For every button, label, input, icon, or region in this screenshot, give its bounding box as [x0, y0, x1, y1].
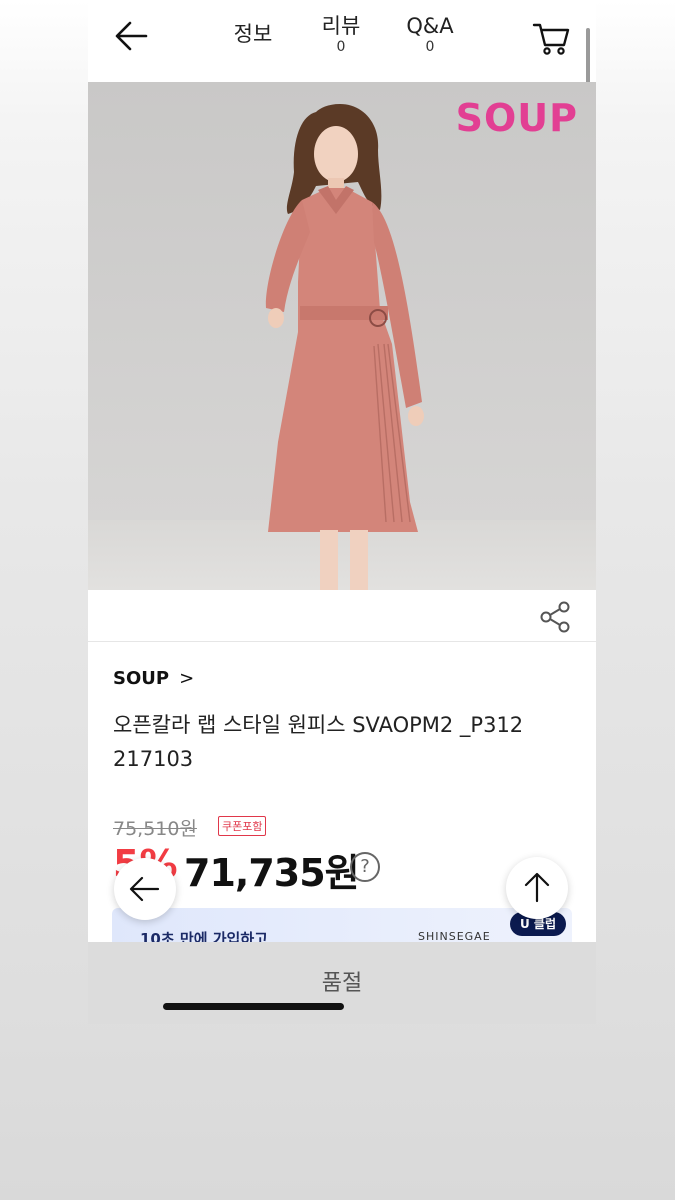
original-price: 75,510원 — [113, 818, 197, 840]
tab-info-label: 정보 — [233, 22, 273, 46]
scroll-top-button[interactable] — [506, 857, 568, 919]
product-page: 정보 리뷰 0 Q&A 0 SOUP SOUP > 오픈칼라 랩 스타일 원피스… — [88, 0, 596, 1024]
soldout-label: 품절 — [321, 971, 363, 996]
tab-review-count: 0 — [336, 39, 346, 55]
share-icon — [540, 601, 570, 633]
tab-review-label: 리뷰 — [321, 14, 361, 38]
arrow-left-icon — [129, 876, 160, 902]
chevron-right-icon: > — [179, 668, 195, 689]
product-title: 오픈칼라 랩 스타일 원피스 SVAOPM2 _P312 217103 — [113, 713, 524, 771]
arrow-up-icon — [524, 872, 550, 903]
arrow-left-icon — [115, 21, 148, 51]
tab-qna-label: Q&A — [406, 14, 454, 38]
sale-price: 71,735원 — [184, 851, 360, 895]
soldout-bar: 품절 — [88, 942, 596, 1024]
brand-logo: SOUP — [455, 96, 578, 140]
brand-name: SOUP — [113, 668, 170, 689]
product-image[interactable]: SOUP — [88, 82, 596, 590]
coupon-badge: 쿠폰포함 — [218, 816, 267, 836]
home-indicator[interactable] — [163, 1003, 344, 1010]
tab-qna[interactable]: Q&A 0 — [398, 14, 462, 56]
share-button[interactable] — [538, 600, 572, 634]
floating-back-button[interactable] — [114, 858, 176, 920]
tab-qna-count: 0 — [425, 39, 435, 55]
share-row — [88, 590, 596, 642]
back-button[interactable] — [112, 18, 152, 54]
tab-info[interactable]: 정보 — [226, 22, 280, 46]
model-photo — [265, 104, 424, 590]
cart-button[interactable] — [530, 18, 574, 58]
top-nav: 정보 리뷰 0 Q&A 0 — [88, 0, 596, 102]
cart-icon — [532, 23, 570, 55]
brand-link[interactable]: SOUP > — [113, 668, 194, 689]
price-help-button[interactable]: ? — [350, 852, 380, 882]
tab-review[interactable]: 리뷰 0 — [314, 14, 368, 56]
